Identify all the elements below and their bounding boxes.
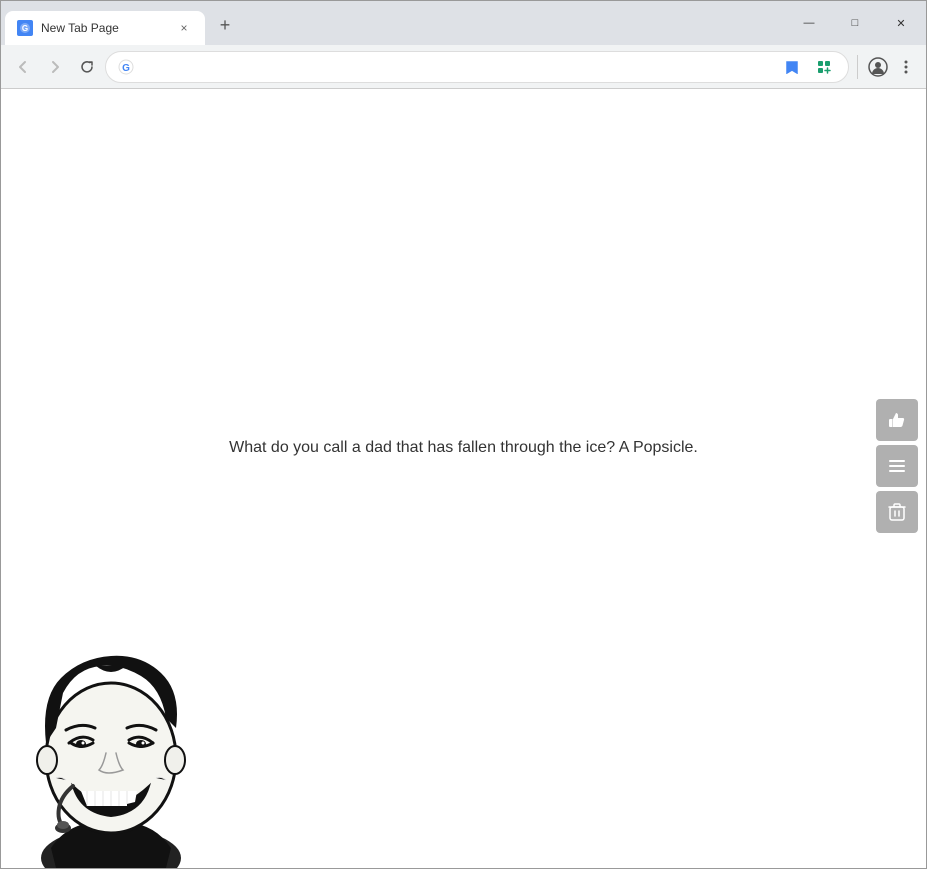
tab-favicon: G (17, 20, 33, 36)
new-tab-button[interactable]: + (209, 9, 241, 41)
active-tab[interactable]: G New Tab Page × (5, 11, 205, 45)
browser-window: G New Tab Page × + — □ ✕ (0, 0, 927, 869)
side-actions (876, 399, 918, 533)
window-controls: — □ ✕ (786, 7, 926, 45)
title-bar: G New Tab Page × + — □ ✕ (1, 1, 926, 45)
trash-button[interactable] (876, 491, 918, 533)
page-content: What do you call a dad that has fallen t… (1, 89, 926, 868)
url-bar[interactable]: G (105, 51, 849, 83)
profile-button[interactable] (866, 55, 890, 79)
address-bar: G (1, 45, 926, 89)
joke-text: What do you call a dad that has fallen t… (1, 439, 926, 457)
svg-text:G: G (122, 63, 130, 74)
g-logo-icon: G (118, 59, 134, 75)
menu-button[interactable] (894, 55, 918, 79)
reload-button[interactable] (73, 53, 101, 81)
close-button[interactable]: ✕ (878, 9, 924, 37)
bookmark-icon[interactable] (780, 55, 804, 79)
toolbar-separator (857, 55, 858, 79)
troll-face-image (11, 648, 211, 868)
forward-button[interactable] (41, 53, 69, 81)
maximize-button[interactable]: □ (832, 9, 878, 37)
tab-close-button[interactable]: × (175, 19, 193, 37)
extension-icon[interactable] (812, 55, 836, 79)
back-button[interactable] (9, 53, 37, 81)
tab-title: New Tab Page (41, 21, 167, 35)
tab-strip: G New Tab Page × + (1, 7, 786, 45)
minimize-button[interactable]: — (786, 9, 832, 37)
thumbup-button[interactable] (876, 399, 918, 441)
list-button[interactable] (876, 445, 918, 487)
svg-text:G: G (22, 24, 28, 33)
url-input[interactable] (142, 59, 772, 74)
